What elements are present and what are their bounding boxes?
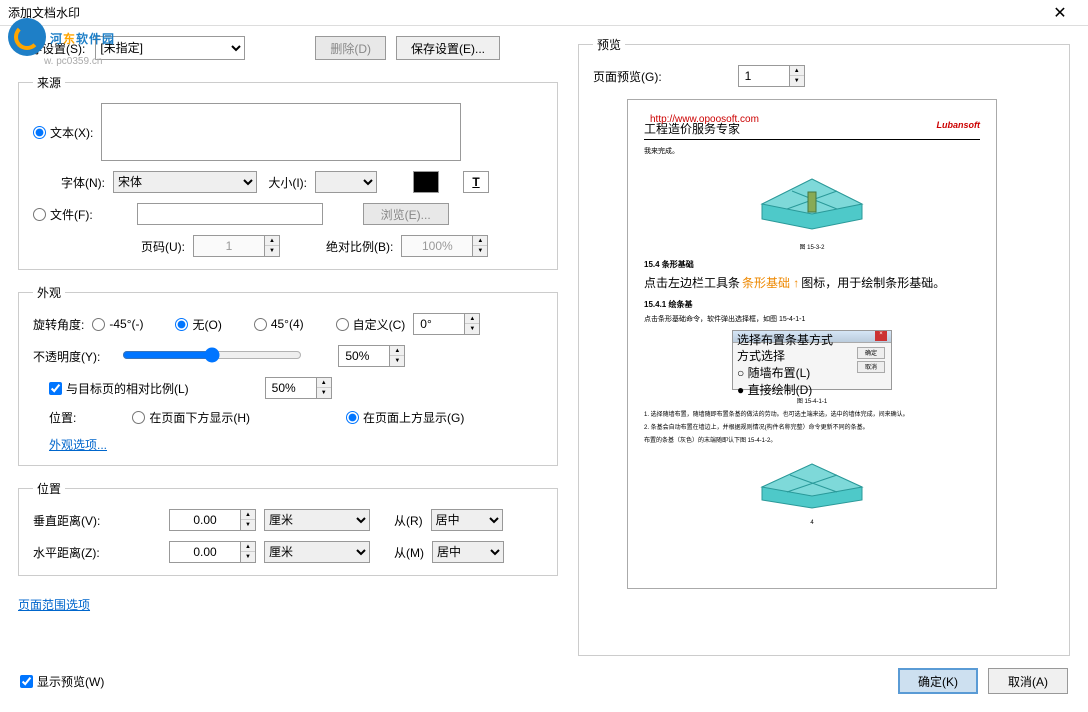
- vertical-from-select[interactable]: 居中: [431, 509, 503, 531]
- vertical-distance-spinner[interactable]: ▲▼: [169, 509, 256, 531]
- logo-icon: [8, 18, 46, 56]
- saved-settings-select[interactable]: [未指定]: [95, 36, 245, 60]
- page-number-label: 页码(U):: [141, 238, 185, 255]
- close-button[interactable]: ✕: [1040, 0, 1080, 26]
- opacity-label: 不透明度(Y):: [33, 348, 100, 365]
- save-settings-button[interactable]: 保存设置(E)...: [396, 36, 500, 60]
- spinner-up-icon[interactable]: ▲: [473, 236, 487, 246]
- rotate-none-radio[interactable]: 无(O): [175, 316, 221, 333]
- browse-button[interactable]: 浏览(E)...: [363, 203, 449, 225]
- appearance-fieldset: 外观 旋转角度: -45°(-) 无(O) 45°(4) 自定义(C) ▲▼ 不…: [18, 284, 558, 466]
- font-select[interactable]: 宋体: [113, 171, 257, 193]
- vertical-unit-select[interactable]: 厘米: [264, 509, 370, 531]
- watermark-text-input[interactable]: [101, 103, 461, 161]
- font-label: 字体(N):: [33, 174, 105, 191]
- rotate-45-radio[interactable]: 45°(4): [254, 317, 304, 331]
- horizontal-from-select[interactable]: 居中: [432, 541, 504, 563]
- source-fieldset: 来源 文本(X): 字体(N): 宋体 大小(I): T: [18, 74, 558, 270]
- site-watermark-logo: 河东软件园: [8, 18, 115, 56]
- delete-button[interactable]: 删除(D): [315, 36, 386, 60]
- page-preview-spinner[interactable]: ▲▼: [738, 65, 805, 87]
- absolute-scale-label: 绝对比例(B):: [326, 238, 393, 255]
- rotate-custom-spinner[interactable]: ▲▼: [413, 313, 480, 335]
- horizontal-unit-select[interactable]: 厘米: [264, 541, 370, 563]
- horizontal-distance-spinner[interactable]: ▲▼: [169, 541, 256, 563]
- document-preview: http://www.opoosoft.com 工程造价服务专家 Lubanso…: [627, 99, 997, 589]
- appearance-options-link[interactable]: 外观选项...: [49, 436, 107, 453]
- relative-scale-checkbox[interactable]: 与目标页的相对比例(L): [49, 380, 189, 397]
- vertical-distance-label: 垂直距离(V):: [33, 512, 113, 529]
- color-picker[interactable]: [413, 171, 439, 193]
- embedded-dialog-preview: 选择布置条基方式× 方式选择 ○ 随墙布置(L) ● 直接绘制(D) 确定 取消: [732, 330, 892, 390]
- isometric-figure-icon: [742, 452, 882, 512]
- isometric-figure-icon: [742, 164, 882, 234]
- file-radio[interactable]: 文件(F):: [33, 206, 93, 223]
- relative-scale-spinner[interactable]: ▲▼: [265, 377, 332, 399]
- text-radio[interactable]: 文本(X):: [33, 124, 93, 141]
- horizontal-distance-label: 水平距离(Z):: [33, 544, 113, 561]
- vertical-from-label: 从(R): [394, 512, 423, 529]
- window-title: 添加文档水印: [8, 4, 1040, 21]
- file-input[interactable]: [137, 203, 323, 225]
- opacity-slider[interactable]: [122, 347, 302, 363]
- page-preview-label: 页面预览(G):: [593, 68, 662, 85]
- opacity-spinner[interactable]: ▲▼: [338, 345, 405, 367]
- text-format-button[interactable]: T: [463, 171, 489, 193]
- horizontal-from-label: 从(M): [394, 544, 424, 561]
- ok-button[interactable]: 确定(K): [898, 668, 978, 694]
- size-select[interactable]: [315, 171, 377, 193]
- rotate-neg45-radio[interactable]: -45°(-): [92, 317, 143, 331]
- absolute-scale-spinner[interactable]: ▲▼: [401, 235, 488, 257]
- page-range-options-link[interactable]: 页面范围选项: [18, 598, 90, 612]
- page-number-spinner[interactable]: ▲▼: [193, 235, 280, 257]
- rotation-label: 旋转角度:: [33, 316, 84, 333]
- show-preview-checkbox[interactable]: 显示预览(W): [20, 673, 104, 690]
- preview-fieldset: 预览 页面预览(G): ▲▼ http://www.opoosoft.com 工…: [578, 36, 1070, 656]
- size-label: 大小(I):: [265, 174, 307, 191]
- spinner-down-icon[interactable]: ▼: [473, 246, 487, 256]
- spinner-down-icon[interactable]: ▼: [265, 246, 279, 256]
- position-label: 位置:: [49, 409, 76, 426]
- position-above-radio[interactable]: 在页面上方显示(G): [346, 409, 464, 426]
- rotate-custom-radio[interactable]: 自定义(C): [336, 316, 406, 333]
- cancel-button[interactable]: 取消(A): [988, 668, 1068, 694]
- spinner-up-icon[interactable]: ▲: [265, 236, 279, 246]
- position-fieldset: 位置 垂直距离(V): ▲▼ 厘米 从(R) 居中 水平距离(Z): ▲▼: [18, 480, 558, 576]
- position-below-radio[interactable]: 在页面下方显示(H): [132, 409, 250, 426]
